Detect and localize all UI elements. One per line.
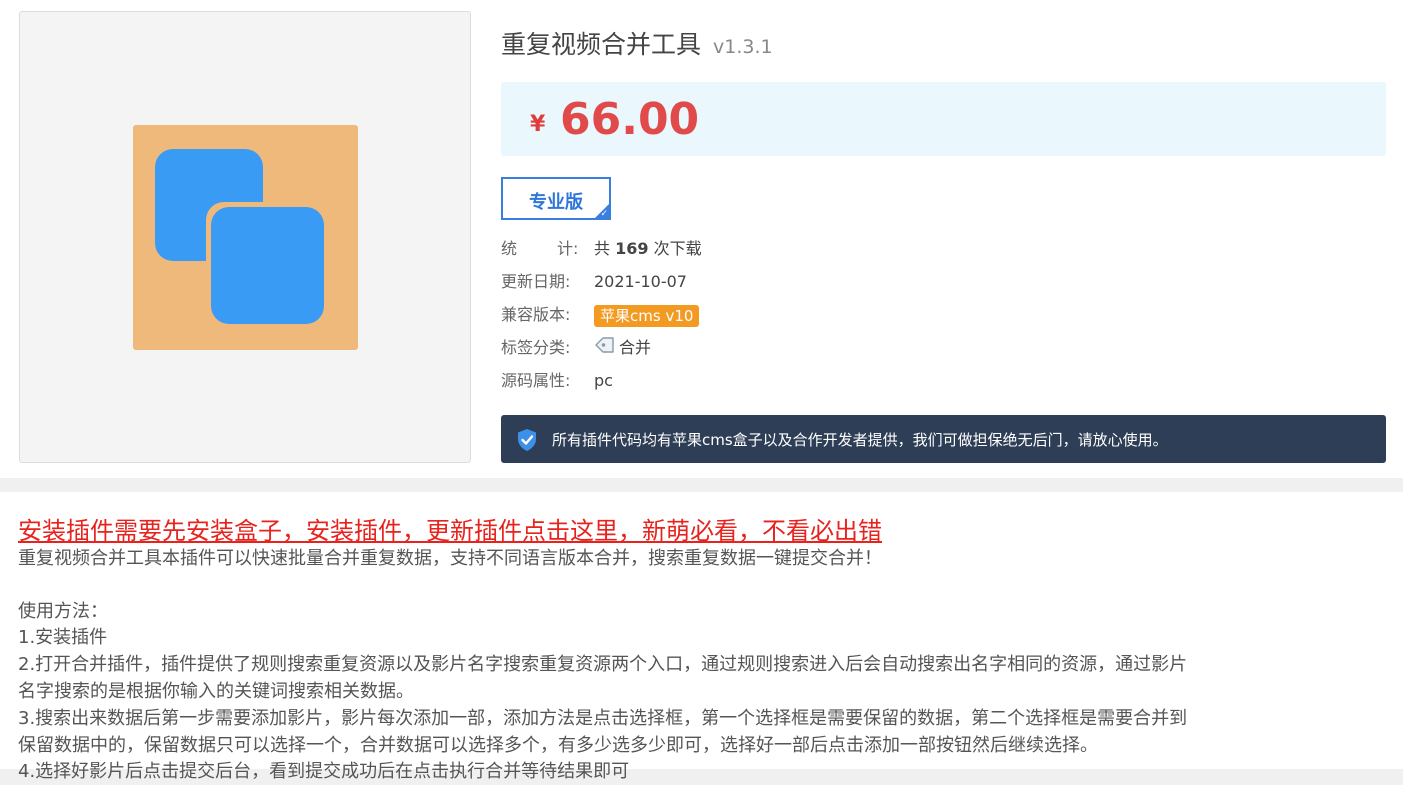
compat-badge: 苹果cms v10 <box>594 304 700 327</box>
updated-value: 2021-10-07 <box>594 272 687 291</box>
notice-text: 所有插件代码均有苹果cms盒子以及合作开发者提供，我们可做担保绝无后门，请放心使… <box>552 431 1168 449</box>
download-count: 169 <box>615 239 649 258</box>
tags-label: 标签分类: <box>501 338 571 357</box>
currency-symbol: ¥ <box>530 112 546 137</box>
source-label: 源码属性: <box>501 371 571 390</box>
intro-text: 重复视频合并工具本插件可以快速批量合并重复数据，支持不同语言版本合并，搜索重复数… <box>18 548 882 569</box>
security-notice: 所有插件代码均有苹果cms盒子以及合作开发者提供，我们可做担保绝无后门，请放心使… <box>501 415 1386 463</box>
stats-label-a: 统 <box>501 239 518 258</box>
step-1: 1.安装插件 <box>18 627 108 648</box>
tag-icon <box>594 336 616 361</box>
product-name: 重复视频合并工具 <box>501 30 702 59</box>
icon-square-front <box>211 207 324 324</box>
product-card: 重复视频合并工具 v1.3.1 ¥ 66.00 专业版 ✓ 统 计: 共 169 次下… <box>0 0 1403 478</box>
info-compat: 兼容版本: 苹果cms v10 <box>501 303 700 327</box>
stats-label-b: 计: <box>557 239 579 258</box>
product-price: 66.00 <box>560 94 700 145</box>
usage-title: 使用方法： <box>18 601 108 622</box>
overlapping-squares-icon <box>133 125 358 350</box>
step-2-line-2: 名字搜索的是根据你输入的关键词搜索相关数据。 <box>18 681 414 702</box>
product-title: 重复视频合并工具 v1.3.1 <box>501 25 773 61</box>
step-4-partial: 4.选择好影片后点击提交后台，看到提交成功后在点击执行合并等待结果即可 <box>18 761 630 782</box>
edition-option-selected[interactable]: 专业版 ✓ <box>501 177 611 220</box>
stats-suffix: 次下载 <box>653 239 702 258</box>
tag-link-merge[interactable]: 合并 <box>619 338 651 357</box>
check-icon: ✓ <box>600 209 608 219</box>
install-guide-link[interactable]: 安装插件需要先安装盒子，安装插件，更新插件点击这里，新萌必看，不看必出错 <box>18 511 882 546</box>
step-2-line-1: 2.打开合并插件，插件提供了规则搜索重复资源以及影片名字搜索重复资源两个入口，通… <box>18 654 1188 675</box>
compat-label: 兼容版本: <box>501 305 571 324</box>
updated-label: 更新日期: <box>501 272 571 291</box>
info-tags: 标签分类: 合并 <box>501 336 651 360</box>
source-value: pc <box>594 371 613 390</box>
step-3-line-2: 保留数据中的，保留数据只可以选择一个，合并数据可以选择多个，有多少选多少即可，选… <box>18 735 1098 756</box>
info-source: 源码属性: pc <box>501 369 613 393</box>
product-image-frame <box>19 11 471 463</box>
step-3-line-1: 3.搜索出来数据后第一步需要添加影片，影片每次添加一部，添加方法是点击选择框，第… <box>18 708 1188 729</box>
shield-check-icon <box>516 428 538 456</box>
stats-prefix: 共 <box>594 239 611 258</box>
price-panel: ¥ 66.00 <box>501 82 1386 156</box>
description-card: 安装插件需要先安装盒子，安装插件，更新插件点击这里，新萌必看，不看必出错 重复视… <box>0 492 1403 782</box>
product-version: v1.3.1 <box>713 36 773 58</box>
info-stats: 统 计: 共 169 次下载 <box>501 237 702 261</box>
info-updated: 更新日期: 2021-10-07 <box>501 270 687 294</box>
